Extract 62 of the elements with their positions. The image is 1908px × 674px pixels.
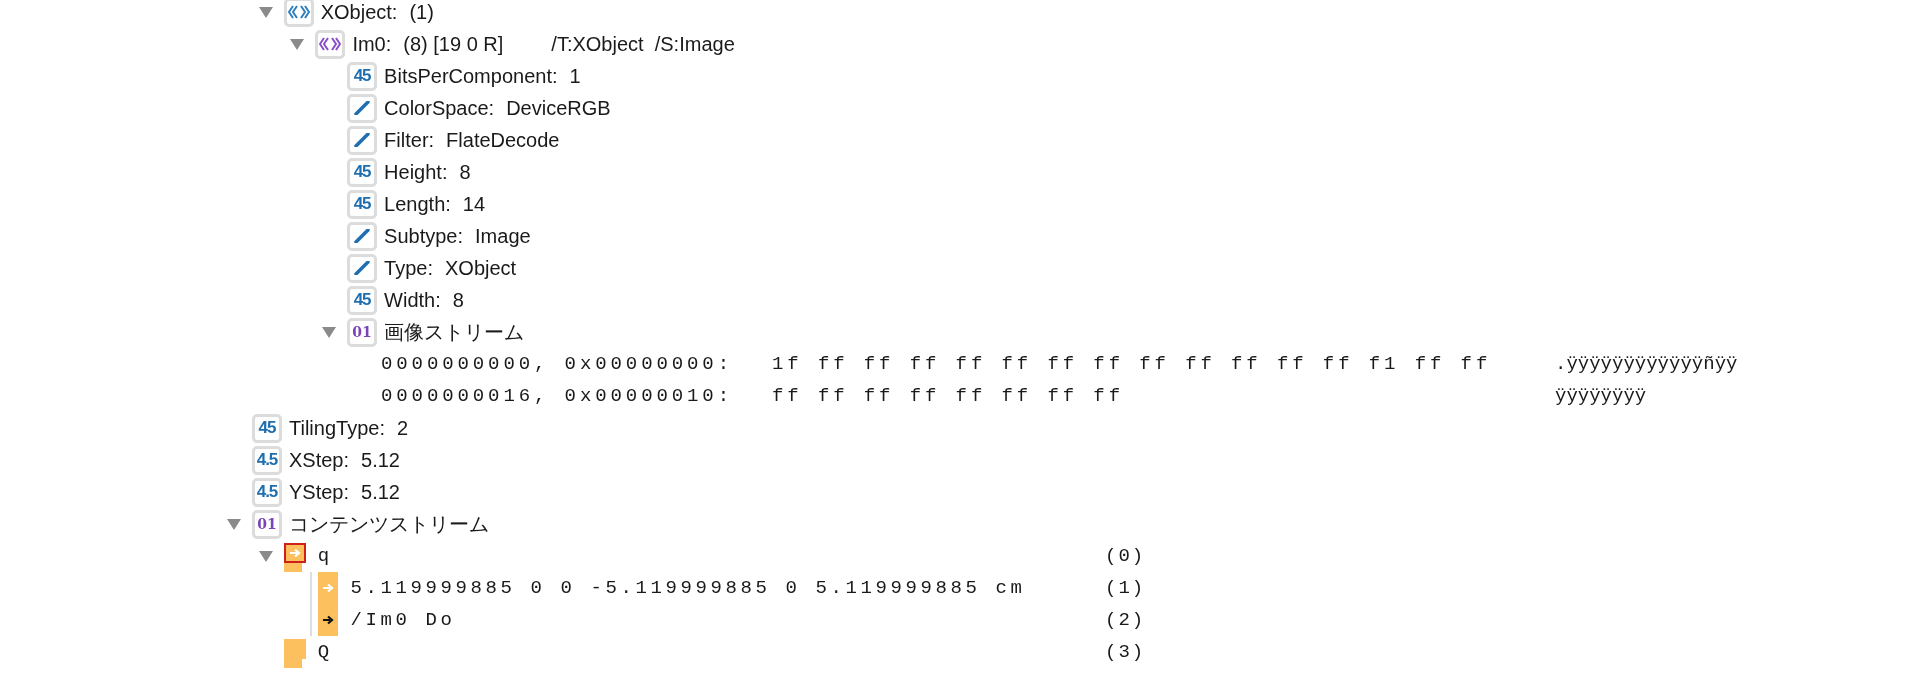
operator-index: (0): [1105, 543, 1147, 569]
key-label: XObject:: [320, 0, 398, 25]
operator-index: (2): [1105, 607, 1147, 633]
key-label: コンテンツストリーム: [289, 512, 489, 537]
disclosure-triangle-icon[interactable]: [227, 517, 241, 531]
disclosure-triangle-icon[interactable]: [258, 549, 273, 563]
binary-badge-icon: 01: [347, 317, 378, 347]
value-text: (8) [19 0 R]: [403, 32, 504, 57]
slash-icon: [347, 125, 378, 155]
disclosure-triangle-icon[interactable]: [322, 325, 337, 339]
number-badge-icon: 45: [347, 189, 378, 219]
ascii-text: .ÿÿÿÿÿÿÿÿÿÿÿÿñÿÿ: [1555, 351, 1738, 377]
value-text: 5.12: [361, 448, 400, 473]
key-label: Width:: [384, 288, 441, 313]
number-badge-icon: 45: [347, 61, 378, 91]
hex-offset: 0000000016, 0x00000010:: [381, 383, 734, 409]
hex-offset: 0000000000, 0x00000000:: [381, 351, 734, 377]
key-label: Type:: [384, 256, 433, 281]
dictionary-icon: [315, 29, 346, 59]
key-label: Im0:: [352, 32, 392, 57]
key-label: ColorSpace:: [384, 96, 495, 121]
disclosure-triangle-icon[interactable]: [290, 37, 305, 51]
key-label: Subtype:: [384, 224, 464, 249]
number-badge-icon: 45: [347, 157, 378, 187]
value-text: 2: [396, 416, 409, 441]
value-text: FlateDecode: [446, 128, 560, 153]
value-text: 14: [462, 192, 486, 217]
slash-icon: [347, 253, 378, 283]
value-text: 1: [569, 64, 581, 89]
operator-text: Q: [317, 639, 334, 665]
key-label: BitsPerComponent:: [384, 64, 558, 89]
number-badge-icon: 4.5: [252, 445, 282, 475]
disclosure-triangle-icon[interactable]: [258, 5, 273, 19]
key-label: Height:: [384, 160, 448, 185]
binary-badge-icon: 01: [252, 509, 282, 539]
key-label: Length:: [384, 192, 451, 217]
key-label: 画像ストリーム: [384, 320, 525, 345]
value-text: XObject: [445, 256, 517, 281]
operator-index: (3): [1105, 639, 1147, 665]
operator-text: /Im0 Do: [350, 607, 457, 633]
value-text: Image: [475, 224, 531, 249]
key-label: Filter:: [384, 128, 435, 153]
type-info-text: /T:XObject /S:Image: [551, 32, 735, 57]
slash-icon: [347, 93, 378, 123]
number-badge-icon: 45: [252, 413, 282, 443]
key-label: YStep:: [289, 480, 350, 505]
value-text: 8: [452, 288, 464, 313]
operator-text: q: [317, 543, 334, 569]
number-badge-icon: 45: [347, 285, 378, 315]
value-text: (1): [409, 0, 434, 25]
value-text: 8: [459, 160, 471, 185]
key-label: XStep:: [289, 448, 350, 473]
hex-bytes: 1f ff ff ff ff ff ff ff ff ff ff ff ff f1 ff ff: [772, 351, 1493, 377]
hex-bytes: ff ff ff ff ff ff ff ff: [772, 383, 1125, 409]
ascii-text: ÿÿÿÿÿÿÿÿ: [1555, 383, 1647, 409]
slash-icon: [347, 221, 378, 251]
key-label: TilingType:: [289, 416, 385, 441]
number-badge-icon: 4.5: [252, 477, 282, 507]
value-text: 5.12: [361, 480, 400, 505]
value-text: DeviceRGB: [506, 96, 611, 121]
operator-index: (1): [1105, 575, 1147, 601]
operator-text: 5.119999885 0 0 -5.119999885 0 5.119999885 cm: [350, 575, 1027, 601]
